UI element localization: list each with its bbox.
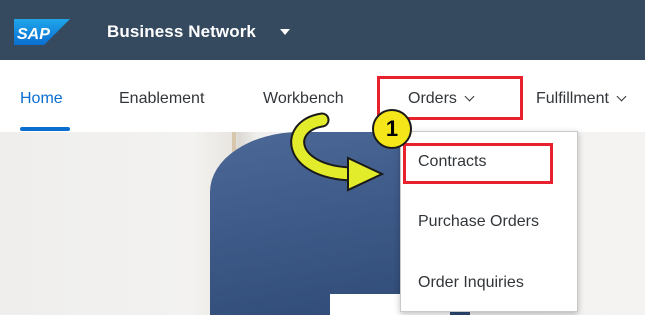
- shell-bar: SAP Business Network: [0, 0, 645, 60]
- tab-workbench[interactable]: Workbench: [263, 90, 344, 108]
- app-title[interactable]: Business Network: [107, 22, 256, 42]
- chevron-down-icon: [616, 91, 627, 102]
- menu-item-purchase-orders[interactable]: Purchase Orders: [418, 213, 539, 231]
- tab-fulfillment[interactable]: Fulfillment: [536, 90, 627, 108]
- menu-item-order-inquiries[interactable]: Order Inquiries: [418, 274, 524, 292]
- sap-logo-text: SAP: [17, 26, 50, 43]
- tab-enablement[interactable]: Enablement: [119, 90, 204, 108]
- sap-logo[interactable]: SAP: [14, 19, 70, 45]
- contracts-highlight-box: [403, 143, 553, 184]
- active-tab-indicator: [20, 127, 70, 131]
- step-number-badge: 1: [372, 109, 412, 149]
- tab-home[interactable]: Home: [20, 90, 63, 108]
- app-menu-caret-icon[interactable]: [280, 29, 290, 35]
- tab-fulfillment-label: Fulfillment: [536, 90, 609, 107]
